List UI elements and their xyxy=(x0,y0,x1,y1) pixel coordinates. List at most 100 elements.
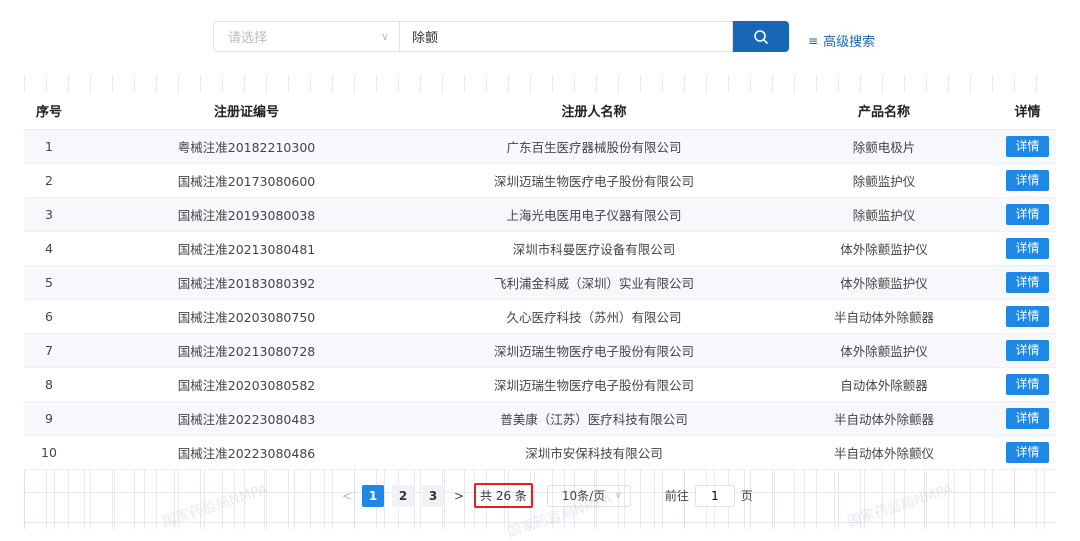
advanced-search-link[interactable]: ≡ 高级搜索 xyxy=(808,31,876,51)
cell-index: 1 xyxy=(24,129,74,164)
cell-detail: 详情 xyxy=(999,163,1056,198)
table-row: 10 国械注准20223080486 深圳市安保科技有限公司 半自动体外除颤仪 详情 xyxy=(24,435,1056,470)
goto-label: 前往 xyxy=(664,489,689,503)
cell-reg-no: 国械注准20203080750 xyxy=(74,299,419,334)
cell-product: 半自动体外除颤器 xyxy=(769,299,999,334)
table-header-row: 序号 注册证编号 注册人名称 产品名称 详情 xyxy=(24,92,1056,130)
cell-reg-no: 国械注准20223080483 xyxy=(74,401,419,436)
table-row: 6 国械注准20203080750 久心医疗科技（苏州）有限公司 半自动体外除颤器 详情 xyxy=(24,299,1056,334)
table-row: 4 国械注准20213080481 深圳市科曼医疗设备有限公司 体外除颤监护仪 详情 xyxy=(24,231,1056,266)
watermark: 国家药监局NMPA xyxy=(845,481,955,531)
watermark: 国家药监局NMPA xyxy=(160,481,270,531)
cell-reg-no: 国械注准20213080481 xyxy=(74,231,419,266)
cell-reg-no: 国械注准20203080582 xyxy=(74,367,419,402)
page-button-3[interactable]: 3 xyxy=(422,484,444,507)
table-row: 1 粤械注准20182210300 广东百生医疗器械股份有限公司 除颤电极片 详情 xyxy=(24,129,1056,164)
page-button-2[interactable]: 2 xyxy=(392,484,414,507)
search-bar: 请选择 ∨ xyxy=(213,21,789,54)
cell-index: 3 xyxy=(24,197,74,232)
goto-page-input[interactable] xyxy=(694,484,735,507)
cell-product: 除颤电极片 xyxy=(769,129,999,164)
detail-button[interactable]: 详情 xyxy=(1006,204,1049,225)
cell-reg-no: 粤械注准20182210300 xyxy=(74,129,419,164)
cell-registrant: 深圳迈瑞生物医疗电子股份有限公司 xyxy=(419,163,769,198)
chevron-down-icon: ∨ xyxy=(614,490,622,501)
cell-detail: 详情 xyxy=(999,129,1056,164)
cell-index: 10 xyxy=(24,435,74,470)
detail-button[interactable]: 详情 xyxy=(1006,340,1049,361)
search-icon xyxy=(754,29,768,44)
cell-product: 体外除颤监护仪 xyxy=(769,333,999,368)
chevron-down-icon: ∨ xyxy=(380,30,389,43)
cell-index: 8 xyxy=(24,367,74,402)
cell-registrant: 深圳迈瑞生物医疗电子股份有限公司 xyxy=(419,367,769,402)
next-page-button[interactable]: > xyxy=(448,485,470,507)
cell-reg-no: 国械注准20193080038 xyxy=(74,197,419,232)
cell-registrant: 深圳迈瑞生物医疗电子股份有限公司 xyxy=(419,333,769,368)
cell-index: 7 xyxy=(24,333,74,368)
page-size-value: 10条/页 xyxy=(561,489,606,503)
cell-reg-no: 国械注准20213080728 xyxy=(74,333,419,368)
total-count: 共 26 条 xyxy=(474,483,533,508)
cell-reg-no: 国械注准20183080392 xyxy=(74,265,419,300)
cell-registrant: 深圳市安保科技有限公司 xyxy=(419,435,769,470)
detail-button[interactable]: 详情 xyxy=(1006,442,1049,463)
cell-index: 4 xyxy=(24,231,74,266)
pagination: < 1 2 3 > 共 26 条 10条/页 ∨ 前往 页 xyxy=(336,483,753,508)
cell-registrant: 上海光电医用电子仪器有限公司 xyxy=(419,197,769,232)
cell-product: 除颤监护仪 xyxy=(769,197,999,232)
column-header-detail: 详情 xyxy=(999,92,1056,130)
detail-button[interactable]: 详情 xyxy=(1006,374,1049,395)
cell-registrant: 普美康（江苏）医疗科技有限公司 xyxy=(419,401,769,436)
detail-button[interactable]: 详情 xyxy=(1006,238,1049,259)
cell-index: 5 xyxy=(24,265,74,300)
cell-index: 6 xyxy=(24,299,74,334)
search-input[interactable] xyxy=(399,21,733,52)
prev-page-button[interactable]: < xyxy=(336,485,358,507)
cell-index: 2 xyxy=(24,163,74,198)
filter-icon: ≡ xyxy=(808,33,819,48)
cell-registrant: 飞利浦金科威（深圳）实业有限公司 xyxy=(419,265,769,300)
page-unit-label: 页 xyxy=(740,489,753,503)
table-row: 5 国械注准20183080392 飞利浦金科威（深圳）实业有限公司 体外除颤监护仪详… xyxy=(24,265,1056,300)
category-select[interactable]: 请选择 ∨ xyxy=(213,21,399,52)
results-table-wrapper: 序号 注册证编号 注册人名称 产品名称 详情 1 粤械注准20182210300 广… xyxy=(24,92,1056,470)
search-button[interactable] xyxy=(733,21,789,52)
detail-button[interactable]: 详情 xyxy=(1006,272,1049,293)
cell-detail: 详情 xyxy=(999,401,1056,436)
table-row: 2 国械注准20173080600 深圳迈瑞生物医疗电子股份有限公司 除颤监护仪 详情 xyxy=(24,163,1056,198)
cell-detail: 详情 xyxy=(999,299,1056,334)
advanced-search-label: 高级搜索 xyxy=(823,35,876,50)
table-row: 7 国械注准20213080728 深圳迈瑞生物医疗电子股份有限公司 体外除颤监护仪详… xyxy=(24,333,1056,368)
cell-detail: 详情 xyxy=(999,435,1056,470)
cell-product: 半自动体外除颤仪 xyxy=(769,435,999,470)
goto-page: 前往 页 xyxy=(664,484,753,507)
cell-detail: 详情 xyxy=(999,367,1056,402)
cell-detail: 详情 xyxy=(999,197,1056,232)
table-row: 8 国械注准20203080582 深圳迈瑞生物医疗电子股份有限公司 自动体外除颤器详… xyxy=(24,367,1056,402)
column-header-index: 序号 xyxy=(24,92,74,130)
cell-registrant: 广东百生医疗器械股份有限公司 xyxy=(419,129,769,164)
cell-reg-no: 国械注准20173080600 xyxy=(74,163,419,198)
column-header-reg-no: 注册证编号 xyxy=(74,92,419,130)
detail-button[interactable]: 详情 xyxy=(1006,306,1049,327)
page-button-1[interactable]: 1 xyxy=(362,484,384,507)
cell-detail: 详情 xyxy=(999,333,1056,368)
page-size-select[interactable]: 10条/页 ∨ xyxy=(546,484,631,507)
table-row: 3 国械注准20193080038 上海光电医用电子仪器有限公司 除颤监护仪 详情 xyxy=(24,197,1056,232)
category-select-placeholder: 请选择 xyxy=(228,31,268,46)
cell-detail: 详情 xyxy=(999,231,1056,266)
cell-registrant: 深圳市科曼医疗设备有限公司 xyxy=(419,231,769,266)
detail-button[interactable]: 详情 xyxy=(1006,408,1049,429)
cell-product: 体外除颤监护仪 xyxy=(769,265,999,300)
column-header-registrant: 注册人名称 xyxy=(419,92,769,130)
detail-button[interactable]: 详情 xyxy=(1006,170,1049,191)
cell-product: 体外除颤监护仪 xyxy=(769,231,999,266)
detail-button[interactable]: 详情 xyxy=(1006,136,1049,157)
cell-registrant: 久心医疗科技（苏州）有限公司 xyxy=(419,299,769,334)
cell-index: 9 xyxy=(24,401,74,436)
cell-reg-no: 国械注准20223080486 xyxy=(74,435,419,470)
cell-product: 半自动体外除颤器 xyxy=(769,401,999,436)
cell-detail: 详情 xyxy=(999,265,1056,300)
table-row: 9 国械注准20223080483 普美康（江苏）医疗科技有限公司 半自动体外除颤器详… xyxy=(24,401,1056,436)
